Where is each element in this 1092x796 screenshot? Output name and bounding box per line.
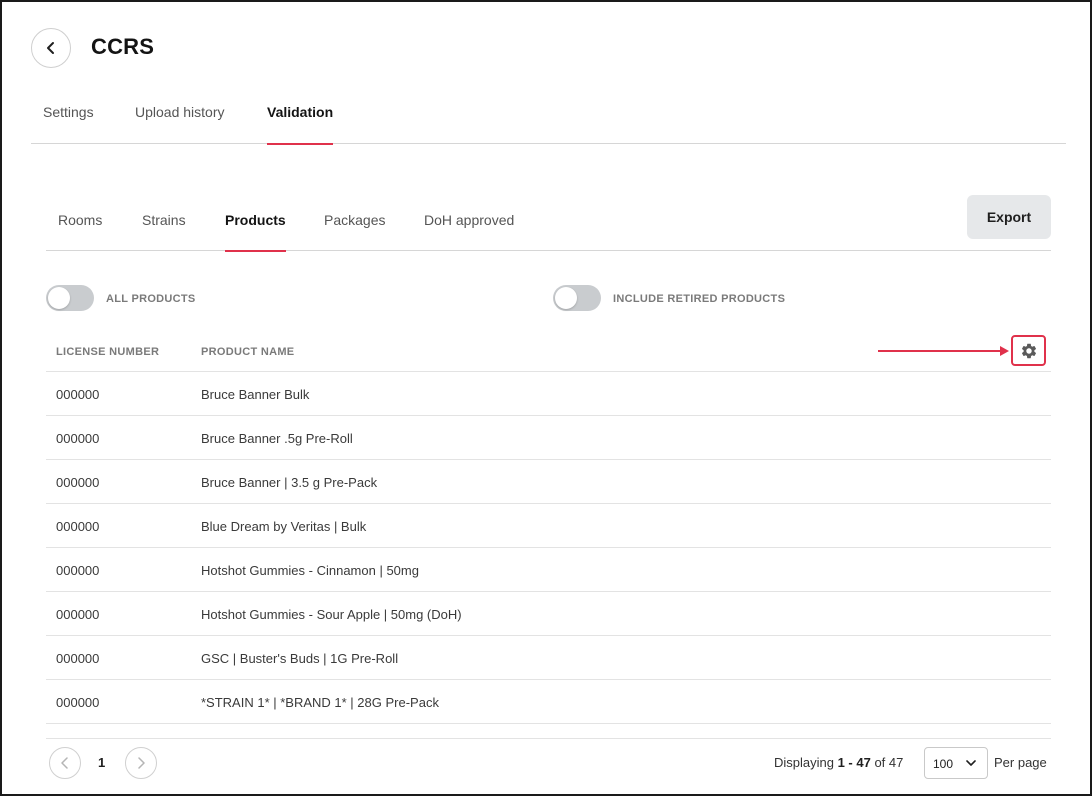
column-header-license-number[interactable]: LICENSE NUMBER <box>56 346 159 358</box>
table-row[interactable]: 000000 Bruce Banner .5g Pre-Roll <box>46 416 1051 460</box>
product-name-cell: Hotshot Gummies - Sour Apple | 50mg (DoH… <box>201 607 462 622</box>
tab-doh-approved[interactable]: DoH approved <box>424 212 514 251</box>
product-name-cell: Bruce Banner | 3.5 g Pre-Pack <box>201 475 378 490</box>
license-number-cell: 000000 <box>56 695 100 710</box>
previous-page-button[interactable] <box>49 747 81 779</box>
column-header-product-name[interactable]: PRODUCT NAME <box>201 346 294 358</box>
license-number-cell: 000000 <box>56 651 100 666</box>
product-name-cell: Bruce Banner .5g Pre-Roll <box>201 431 353 446</box>
table-row[interactable]: 000000 Hotshot Gummies - Cinnamon | 50mg <box>46 548 1051 592</box>
tab-settings[interactable]: Settings <box>43 104 94 144</box>
display-range: 1 - 47 <box>837 755 871 770</box>
current-page-number[interactable]: 1 <box>98 755 105 770</box>
tab-upload-history[interactable]: Upload history <box>135 104 225 144</box>
products-table-body: 000000 Bruce Banner Bulk 000000 Bruce Ba… <box>46 372 1051 724</box>
license-number-cell: 000000 <box>56 387 100 402</box>
main-tabs: Settings Upload history Validation <box>31 92 1066 145</box>
product-name-cell: Hotshot Gummies - Cinnamon | 50mg <box>201 563 419 578</box>
tab-rooms[interactable]: Rooms <box>58 212 102 251</box>
column-settings-button[interactable] <box>1011 335 1046 366</box>
license-number-cell: 000000 <box>56 475 100 490</box>
per-page-value: 100 <box>933 757 954 771</box>
sub-tabs: Rooms Strains Products Packages DoH appr… <box>46 198 1051 252</box>
product-name-cell: Blue Dream by Veritas | Bulk <box>201 519 367 534</box>
table-row[interactable]: 000000 Blue Dream by Veritas | Bulk <box>46 504 1051 548</box>
license-number-cell: 000000 <box>56 607 100 622</box>
next-page-button[interactable] <box>125 747 157 779</box>
chevron-down-icon <box>966 760 976 766</box>
table-row[interactable]: 000000 Hotshot Gummies - Sour Apple | 50… <box>46 592 1051 636</box>
gear-icon <box>1021 343 1036 358</box>
product-name-cell: *STRAIN 1* | *BRAND 1* | 28G Pre-Pack <box>201 695 439 710</box>
table-row[interactable]: 000000 *STRAIN 1* | *BRAND 1* | 28G Pre-… <box>46 680 1051 724</box>
page-title: CCRS <box>91 34 155 59</box>
all-products-toggle[interactable] <box>46 285 94 311</box>
product-name-cell: Bruce Banner Bulk <box>201 387 310 402</box>
display-suffix: of 47 <box>870 755 904 770</box>
table-row[interactable]: 000000 Bruce Banner Bulk <box>46 372 1051 416</box>
table-row[interactable]: 000000 GSC | Buster's Buds | 1G Pre-Roll <box>46 636 1051 680</box>
back-button[interactable] <box>31 28 71 68</box>
tab-packages[interactable]: Packages <box>324 212 385 251</box>
license-number-cell: 000000 <box>56 431 100 446</box>
include-retired-toggle[interactable] <box>553 285 601 311</box>
annotation-arrow <box>878 350 1002 352</box>
export-button[interactable]: Export <box>967 195 1051 239</box>
tab-products[interactable]: Products <box>225 212 286 252</box>
tab-validation[interactable]: Validation <box>267 104 334 145</box>
display-prefix: Displaying <box>774 755 838 770</box>
chevron-right-icon <box>138 757 145 769</box>
annotation-arrow-head <box>1000 346 1009 356</box>
chevron-left-icon <box>47 42 54 54</box>
per-page-select[interactable]: 100 <box>924 747 988 779</box>
pagination-divider <box>46 738 1051 739</box>
product-name-cell: GSC | Buster's Buds | 1G Pre-Roll <box>201 651 399 666</box>
include-retired-label: INCLUDE RETIRED PRODUCTS <box>613 293 786 305</box>
per-page-label: Per page <box>994 755 1047 770</box>
chevron-left-icon <box>61 757 68 769</box>
display-count: Displaying 1 - 47 of 47 <box>774 755 903 770</box>
tab-strains[interactable]: Strains <box>142 212 186 251</box>
toggle-knob <box>555 287 577 309</box>
app-window: CCRS Settings Upload history Validation … <box>0 0 1092 796</box>
all-products-label: ALL PRODUCTS <box>106 293 196 305</box>
license-number-cell: 000000 <box>56 563 100 578</box>
license-number-cell: 000000 <box>56 519 100 534</box>
table-row[interactable]: 000000 Bruce Banner | 3.5 g Pre-Pack <box>46 460 1051 504</box>
toggle-knob <box>48 287 70 309</box>
